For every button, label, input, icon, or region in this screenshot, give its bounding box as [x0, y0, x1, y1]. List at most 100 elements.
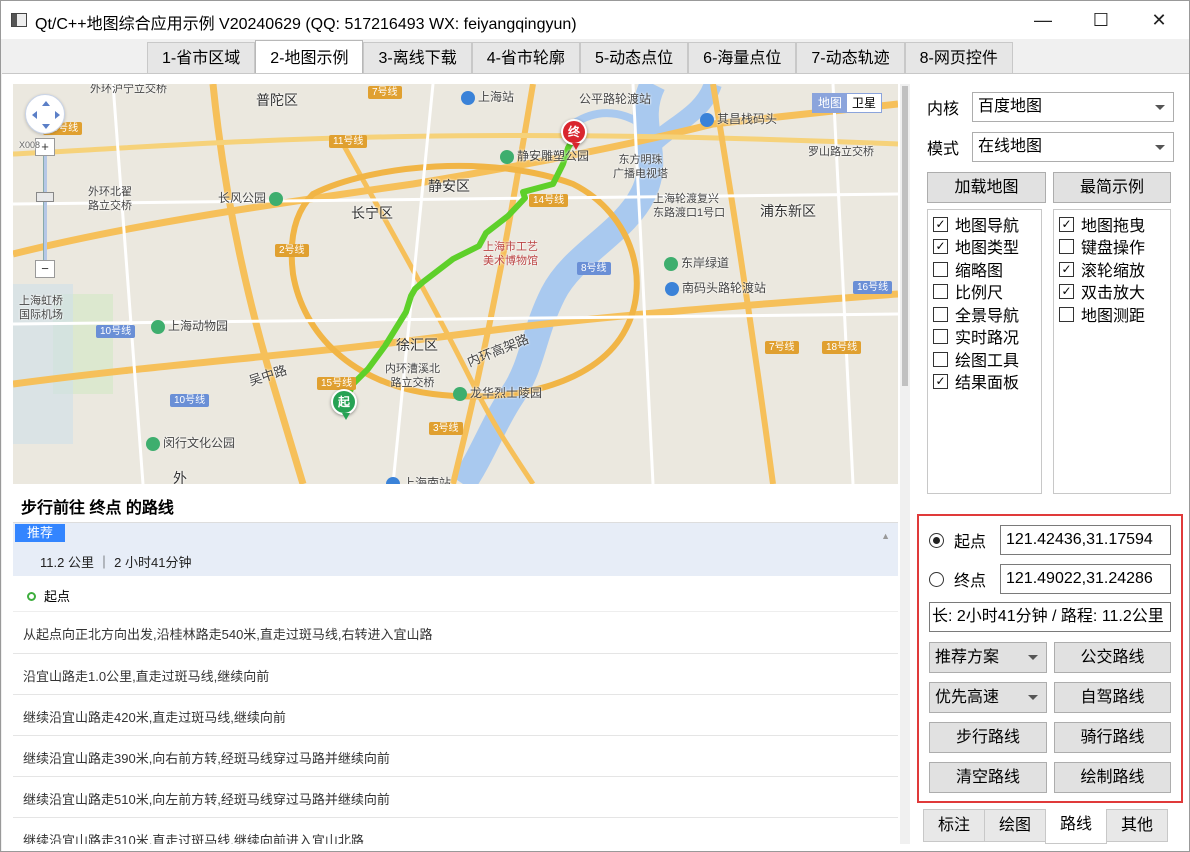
tab-province-region[interactable]: 1-省市区域: [147, 42, 256, 74]
check-panorama[interactable]: 全景导航: [933, 303, 1019, 325]
route-step[interactable]: 继续沿宜山路走420米,直走过斑马线,继续向前: [13, 695, 898, 736]
tab-draw[interactable]: 绘图: [984, 809, 1047, 842]
walk-route-button[interactable]: 步行路线: [929, 722, 1047, 753]
map-type-switch: 地图 卫星: [812, 93, 883, 113]
map-label-beidi: 外环北翟 路立交桥: [88, 186, 132, 212]
map-scrollbar[interactable]: [900, 84, 910, 844]
tab-route[interactable]: 路线: [1045, 809, 1108, 844]
minimize-button[interactable]: —: [1020, 1, 1066, 39]
route-step[interactable]: 继续沿宜山路走510米,向左前方转,经斑马线穿过马路并继续向前: [13, 777, 898, 818]
check-label: 地图导航: [955, 218, 1020, 235]
park-icon: [269, 191, 284, 206]
priority-select[interactable]: 优先高速: [929, 682, 1047, 713]
end-marker[interactable]: 终: [561, 119, 587, 150]
tab-map-demo[interactable]: 2-地图示例: [255, 40, 364, 74]
metro-badge: 14号线: [529, 194, 569, 207]
route-step[interactable]: 沿宜山路走1.0公里,直走过斑马线,继续向前: [13, 654, 898, 695]
simple-demo-button[interactable]: 最简示例: [1053, 172, 1171, 203]
check-map-nav[interactable]: ✓ 地图导航: [933, 213, 1019, 235]
check-drag[interactable]: ✓ 地图拖曳: [1059, 213, 1145, 235]
plan-value: 推荐方案: [935, 649, 1000, 666]
check-dblclick-zoom[interactable]: ✓ 双击放大: [1059, 280, 1145, 302]
check-keyboard[interactable]: 键盘操作: [1059, 235, 1145, 257]
ride-route-button[interactable]: 骑行路线: [1054, 722, 1171, 753]
station-icon: [386, 476, 400, 484]
check-measure[interactable]: 地图测距: [1059, 303, 1145, 325]
clear-route-button[interactable]: 清空路线: [929, 762, 1047, 793]
route-step[interactable]: 继续沿宜山路走310米,直走过斑马线,继续向前进入宜山北路: [13, 818, 898, 844]
check-scale[interactable]: 比例尺: [933, 280, 1003, 302]
route-title: 步行前往 终点 的路线: [21, 500, 174, 517]
qichang-text: 其昌栈码头: [717, 112, 778, 126]
core-select[interactable]: 百度地图: [972, 92, 1174, 122]
check-thumbnail[interactable]: 缩略图: [933, 258, 1003, 280]
recommend-badge: 推荐: [15, 524, 66, 542]
end-point-row: 终点: [929, 564, 986, 594]
bottom-tab-bar: 标注 绘图 路线 其他: [923, 809, 1169, 844]
mode-select[interactable]: 在线地图: [972, 132, 1174, 162]
mode-row: 模式 在线地图: [927, 132, 1174, 162]
checkbox-icon: [933, 261, 948, 277]
checkbox-icon: [1059, 238, 1074, 254]
ferry-icon: [665, 281, 679, 296]
tab-other[interactable]: 其他: [1106, 809, 1169, 842]
checkbox-icon: ✓: [1059, 261, 1074, 277]
route-summary[interactable]: 推荐 11.2 公里 ｜ 2 小时41分钟 ▲: [13, 522, 898, 576]
check-draw-tools[interactable]: 绘图工具: [933, 348, 1019, 370]
route-step[interactable]: 从起点向正北方向出发,沿桂林路走540米,直走过斑马线,右转进入宜山路: [13, 612, 898, 654]
zoom-slider-thumb[interactable]: [36, 192, 54, 202]
close-button[interactable]: ✕: [1136, 1, 1182, 39]
check-label: 缩略图: [955, 263, 1004, 280]
pan-control[interactable]: [25, 94, 65, 134]
end-point-input[interactable]: 121.49022,31.24286: [1000, 564, 1171, 594]
zoom-track[interactable]: [43, 156, 47, 260]
map-label-huning: 外环沪宁立交桥: [90, 84, 167, 95]
start-point-radio[interactable]: [929, 532, 944, 548]
route-step[interactable]: 继续沿宜山路走390米,向右前方转,经斑马线穿过马路并继续向前: [13, 736, 898, 777]
bus-route-button[interactable]: 公交路线: [1054, 642, 1171, 673]
drive-route-button[interactable]: 自驾路线: [1054, 682, 1171, 713]
metro-badge: 10号线: [170, 394, 210, 407]
map-type-satellite[interactable]: 卫星: [847, 94, 881, 112]
check-label: 滚轮缩放: [1081, 263, 1146, 280]
tab-massive-points[interactable]: 6-海量点位: [688, 42, 797, 74]
end-point-label: 终点: [954, 573, 987, 590]
metro-badge: 7号线: [765, 341, 799, 354]
check-traffic[interactable]: 实时路况: [933, 325, 1019, 347]
tab-offline-download[interactable]: 3-离线下载: [363, 42, 472, 74]
tab-annotate[interactable]: 标注: [923, 809, 986, 842]
end-point-radio[interactable]: [929, 571, 944, 587]
metro-badge: 3号线: [429, 422, 463, 435]
map-label-qichang: 其昌栈码头: [700, 110, 777, 127]
tab-dynamic-points[interactable]: 5-动态点位: [579, 42, 689, 74]
check-label: 结果面板: [955, 375, 1020, 392]
map-label-hongqiao: 上海虹桥 国际机场: [19, 295, 63, 321]
start-point-row: 起点: [929, 525, 986, 555]
check-label: 地图类型: [955, 240, 1020, 257]
plan-select[interactable]: 推荐方案: [929, 642, 1047, 673]
collapse-arrow-icon[interactable]: ▲: [881, 531, 890, 541]
changfeng-text: 长风公园: [218, 191, 267, 205]
map-label-gongping: 公平路轮渡站: [579, 92, 652, 106]
route-result-field[interactable]: 长: 2小时41分钟 / 路程: 11.2公里: [929, 602, 1171, 632]
maximize-button[interactable]: ☐: [1078, 1, 1124, 39]
map-view[interactable]: 普陀区 静安区 长宁区 徐汇区 浦东新区 外环沪宁立交桥 外环北翟 路立交桥 长…: [13, 84, 898, 484]
start-marker[interactable]: 起: [331, 389, 357, 420]
tab-province-outline[interactable]: 4-省市轮廓: [471, 42, 580, 74]
core-label: 内核: [927, 101, 960, 118]
tab-web-control[interactable]: 8-网页控件: [904, 42, 1013, 74]
scale-label: X008: [19, 140, 41, 150]
check-result-panel[interactable]: ✓ 结果面板: [933, 370, 1019, 392]
load-map-button[interactable]: 加载地图: [927, 172, 1046, 203]
map-type-normal[interactable]: 地图: [813, 94, 848, 112]
scrollbar-thumb[interactable]: [902, 86, 908, 386]
start-point-input[interactable]: 121.42436,31.17594: [1000, 525, 1171, 555]
settings-panel: 内核 百度地图 模式 在线地图 加载地图 最简示例 ✓ 地图导航 ✓ 地图类型 缩略…: [917, 82, 1187, 852]
check-map-type[interactable]: ✓ 地图类型: [933, 235, 1019, 257]
check-wheel-zoom[interactable]: ✓ 滚轮缩放: [1059, 258, 1145, 280]
map-label-dongan: 东岸绿道: [664, 254, 729, 271]
checkbox-icon: [933, 328, 948, 344]
zoom-out-button[interactable]: −: [35, 260, 55, 278]
tab-dynamic-track[interactable]: 7-动态轨迹: [796, 42, 905, 74]
draw-route-button[interactable]: 绘制路线: [1054, 762, 1171, 793]
